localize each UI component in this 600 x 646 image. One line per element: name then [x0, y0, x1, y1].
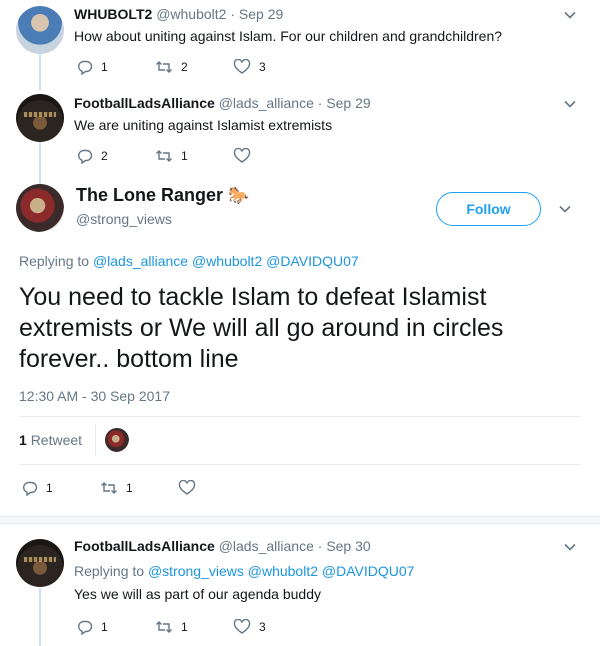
tweet-sep: ·	[317, 95, 323, 111]
heart-icon	[178, 480, 196, 495]
divider	[95, 424, 96, 456]
retweet-button[interactable]: 1	[155, 619, 233, 635]
tweet-header: FootballLadsAlliance @lads_alliance · Se…	[74, 538, 371, 554]
thread-line	[39, 588, 41, 646]
retweet-count: 1	[181, 620, 188, 634]
user-name[interactable]: The Lone Ranger	[76, 185, 223, 205]
tweet-sep: ·	[230, 6, 236, 22]
user-handle[interactable]: @lads_alliance	[219, 95, 314, 111]
section-separator	[0, 516, 600, 524]
user-handle[interactable]: @strong_views	[76, 211, 172, 227]
reply-button[interactable]: 1	[77, 59, 155, 75]
tweet-text: We are uniting against Islamist extremis…	[74, 117, 333, 133]
thread-line	[39, 50, 41, 90]
tweet-date[interactable]: Sep 29	[239, 6, 283, 22]
mention-link[interactable]: @whubolt2	[248, 563, 318, 579]
chevron-down-icon[interactable]	[563, 97, 577, 111]
follow-button[interactable]: Follow	[436, 192, 541, 226]
tweet-timestamp[interactable]: 12:30 AM - 30 Sep 2017	[19, 388, 170, 404]
retweet-count: 1	[181, 149, 188, 163]
mention-link[interactable]: @lads_alliance	[93, 253, 188, 269]
heart-icon	[233, 619, 251, 634]
replying-to: Replying to @lads_alliance @whubolt2 @DA…	[19, 253, 359, 269]
user-name[interactable]: FootballLadsAlliance	[74, 95, 215, 111]
divider	[19, 416, 581, 417]
retweet-icon	[156, 150, 172, 162]
retweet-icon	[156, 621, 172, 633]
tweet-header: WHUBOLT2 @whubolt2 · Sep 29	[74, 6, 283, 22]
replying-to-label: Replying to	[74, 563, 145, 579]
chevron-down-icon[interactable]	[563, 540, 577, 554]
user-name[interactable]: FootballLadsAlliance	[74, 538, 215, 554]
tweet-sep: ·	[317, 538, 323, 554]
avatar[interactable]	[16, 539, 64, 587]
reply-icon	[78, 149, 93, 164]
heart-icon	[233, 59, 251, 74]
retweet-stat-label: Retweet	[30, 432, 83, 448]
retweet-stat-count: 1	[19, 432, 27, 448]
reply-count: 1	[101, 620, 108, 634]
mention-link[interactable]: @strong_views	[148, 563, 244, 579]
user-name-row: The Lone Ranger 🐎	[76, 185, 249, 206]
user-handle[interactable]: @lads_alliance	[219, 538, 314, 554]
tweet-text: Yes we will as part of our agenda buddy	[74, 586, 321, 602]
retweet-count: 2	[181, 60, 188, 74]
tweet-text: You need to tackle Islam to defeat Islam…	[19, 283, 504, 373]
mention-link[interactable]: @DAVIDQU07	[322, 563, 415, 579]
divider	[19, 464, 581, 465]
heart-icon	[233, 148, 251, 163]
chevron-down-icon[interactable]	[563, 8, 577, 22]
tweet-actions: 1 1	[22, 478, 256, 498]
reply-icon	[23, 481, 38, 496]
retweet-button[interactable]: 1	[155, 148, 233, 164]
replying-to: Replying to @strong_views @whubolt2 @DAV…	[74, 563, 414, 579]
avatar[interactable]	[16, 94, 64, 142]
thread-line	[39, 140, 41, 184]
tweet-text: How about uniting against Islam. For our…	[74, 28, 503, 44]
chevron-down-icon[interactable]	[558, 202, 572, 216]
reply-count: 1	[46, 481, 53, 495]
mention-link[interactable]: @DAVIDQU07	[266, 253, 359, 269]
user-handle[interactable]: @whubolt2	[156, 6, 226, 22]
retweet-icon	[156, 61, 172, 73]
retweet-count: 1	[126, 481, 133, 495]
reply-icon	[78, 60, 93, 75]
retweeter-avatar[interactable]	[105, 428, 129, 452]
reply-count: 1	[101, 60, 108, 74]
tweet-header: FootballLadsAlliance @lads_alliance · Se…	[74, 95, 371, 111]
retweet-icon	[101, 482, 117, 494]
tweet-date[interactable]: Sep 29	[326, 95, 370, 111]
like-button[interactable]: 3	[233, 59, 311, 75]
retweet-button[interactable]: 1	[100, 480, 178, 496]
user-name[interactable]: WHUBOLT2	[74, 6, 152, 22]
like-button[interactable]	[233, 148, 311, 164]
avatar[interactable]	[16, 184, 64, 232]
like-button[interactable]: 3	[233, 619, 311, 635]
avatar[interactable]	[16, 6, 64, 54]
tweet-actions: 2 1	[77, 146, 311, 166]
like-button[interactable]	[178, 480, 256, 496]
reply-button[interactable]: 1	[22, 480, 100, 496]
replying-to-label: Replying to	[19, 253, 90, 269]
retweet-button[interactable]: 2	[155, 59, 233, 75]
mention-link[interactable]: @whubolt2	[192, 253, 262, 269]
retweet-stats[interactable]: 1 Retweet	[19, 432, 82, 448]
tweet-actions: 1 2 3	[77, 57, 311, 77]
like-count: 3	[259, 60, 266, 74]
like-count: 3	[259, 620, 266, 634]
horse-emoji-icon: 🐎	[228, 186, 250, 205]
reply-count: 2	[101, 149, 108, 163]
reply-button[interactable]: 2	[77, 148, 155, 164]
reply-icon	[78, 620, 93, 635]
tweet-date[interactable]: Sep 30	[326, 538, 370, 554]
tweet-actions: 1 1 3	[77, 617, 311, 637]
reply-button[interactable]: 1	[77, 619, 155, 635]
